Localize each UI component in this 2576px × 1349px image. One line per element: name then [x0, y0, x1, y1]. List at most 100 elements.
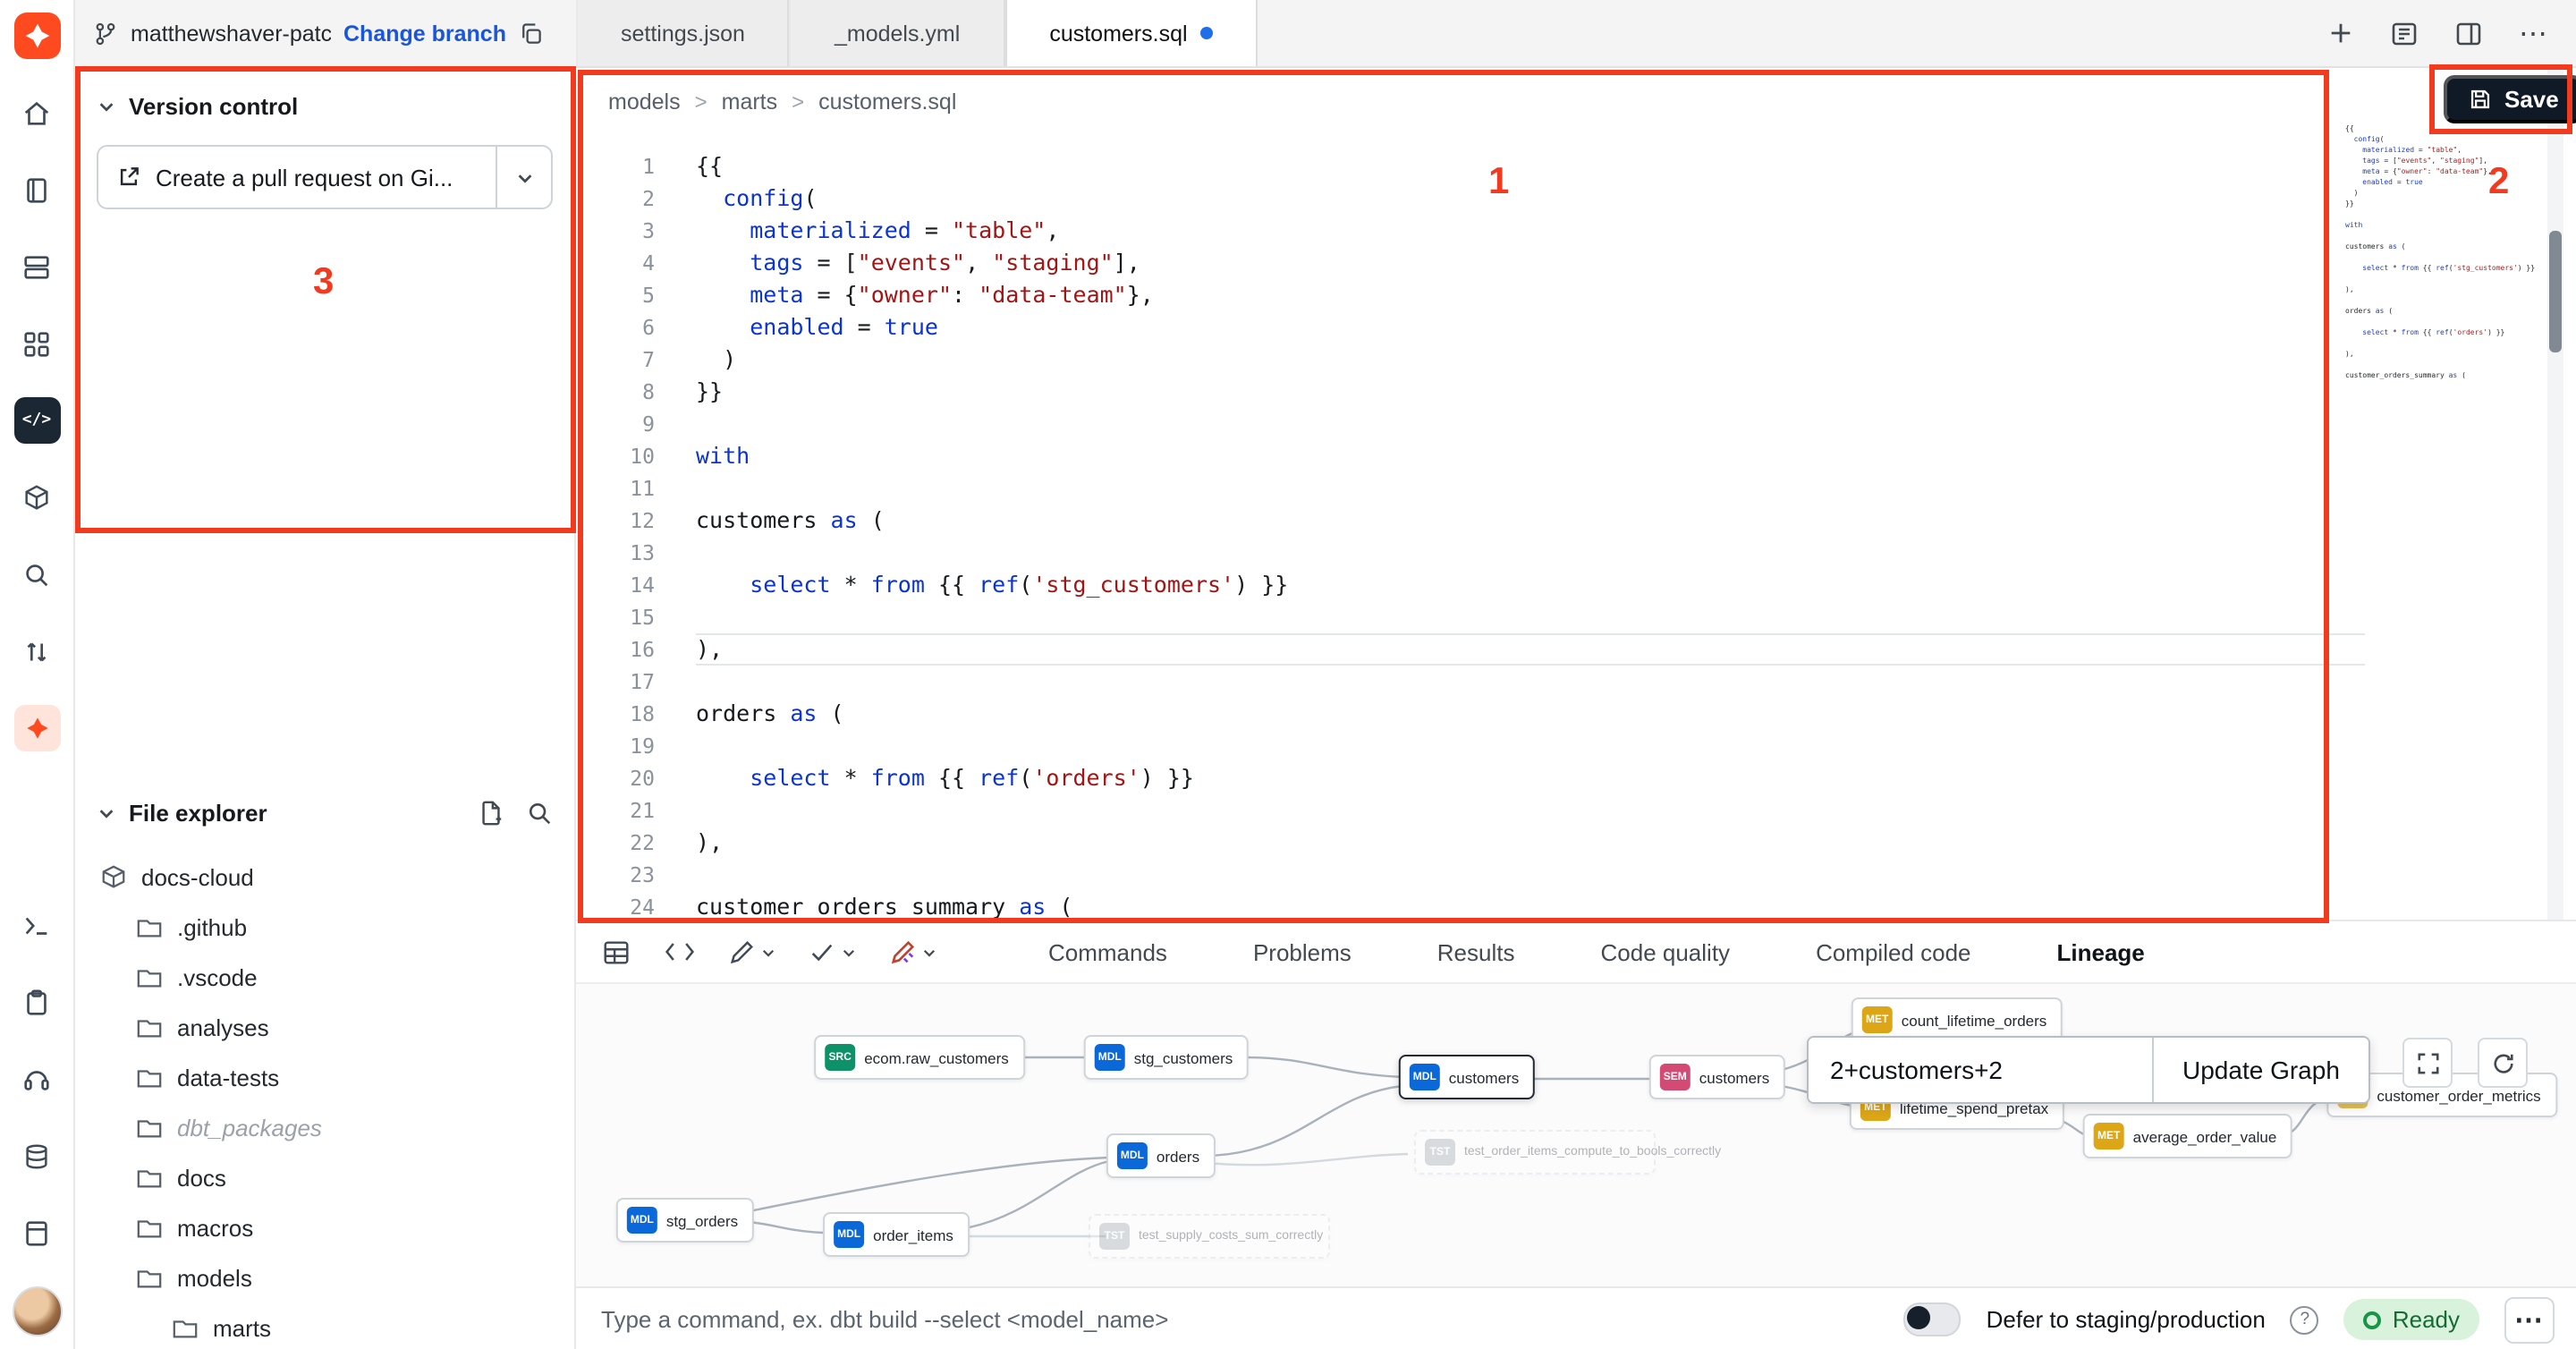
support-headset-icon[interactable] [13, 1056, 60, 1102]
lineage-node-orders[interactable]: MDLorders [1106, 1133, 1216, 1178]
code-line[interactable]: 13 [576, 537, 2365, 569]
tab-_models.yml[interactable]: _models.yml [790, 0, 1004, 66]
lineage-node-ecom.raw_customers[interactable]: SRCecom.raw_customers [814, 1035, 1025, 1080]
code-line[interactable]: 9 [576, 408, 2365, 440]
file-search-icon[interactable] [13, 551, 60, 598]
breadcrumb-item[interactable]: customers.sql [818, 89, 956, 115]
code-line[interactable]: 1{{ [576, 150, 2365, 182]
scrollbar-thumb[interactable] [2549, 231, 2562, 352]
file-tree-item-analyses[interactable]: analyses [75, 1002, 574, 1052]
code-line[interactable]: 19 [576, 730, 2365, 762]
format-check-icon[interactable] [809, 938, 857, 965]
breadcrumb-item[interactable]: models [608, 89, 681, 115]
editor-scrollbar[interactable] [2547, 68, 2563, 920]
results-grid-icon[interactable] [601, 937, 631, 967]
version-control-header[interactable]: Version control [75, 68, 574, 138]
split-view-icon[interactable] [2451, 15, 2487, 51]
lineage-node-order_items[interactable]: MDLorder_items [823, 1212, 970, 1257]
new-file-icon[interactable] [478, 800, 504, 827]
code-line[interactable]: 4 tags = ["events", "staging"], [576, 247, 2365, 279]
git-compare-icon[interactable] [13, 628, 60, 674]
code-view-icon[interactable] [664, 939, 696, 964]
code-line[interactable]: 24customer_orders_summary as ( [576, 891, 2365, 923]
lineage-node-test_order_items_compute_to_bools_correctly[interactable]: TSTtest_order_items_compute_to_bools_cor… [1414, 1130, 1656, 1175]
user-avatar[interactable] [12, 1286, 62, 1336]
copy-branch-icon[interactable] [519, 21, 544, 46]
code-line[interactable]: 8}} [576, 376, 2365, 408]
change-branch-link[interactable]: Change branch [343, 21, 506, 46]
file-tree-item-data-tests[interactable]: data-tests [75, 1052, 574, 1102]
panel-tab-code-quality[interactable]: Code quality [1597, 924, 1734, 980]
file-tree-item-models[interactable]: models [75, 1252, 574, 1302]
command-input[interactable] [597, 1304, 1879, 1335]
code-line[interactable]: 12customers as ( [576, 505, 2365, 537]
terminal-icon[interactable] [13, 902, 60, 948]
command-overflow-icon[interactable]: ⋯ [2504, 1296, 2555, 1343]
panel-tab-lineage[interactable]: Lineage [2054, 924, 2148, 980]
dbt-logo-icon[interactable] [13, 13, 60, 59]
code-line[interactable]: 11 [576, 472, 2365, 505]
search-icon[interactable] [526, 800, 553, 827]
code-line[interactable]: 7 ) [576, 344, 2365, 376]
home-icon[interactable] [13, 89, 60, 136]
ai-fix-pen-icon[interactable] [889, 938, 937, 965]
create-pr-dropdown[interactable] [496, 147, 551, 208]
calculator-icon[interactable] [13, 1209, 60, 1256]
code-line[interactable]: 18orders as ( [576, 698, 2365, 730]
tab-customers.sql[interactable]: customers.sql [1004, 0, 1257, 66]
code-line[interactable]: 17 [576, 666, 2365, 698]
update-graph-button[interactable]: Update Graph [2152, 1038, 2368, 1102]
file-tree-item-docs[interactable]: docs [75, 1152, 574, 1202]
lineage-node-stg_orders[interactable]: MDLstg_orders [616, 1198, 754, 1243]
code-line[interactable]: 10with [576, 440, 2365, 472]
code-line[interactable]: 15 [576, 601, 2365, 633]
code-line[interactable]: 20 select * from {{ ref('orders') }} [576, 762, 2365, 794]
lineage-selector-input[interactable] [1809, 1038, 2152, 1102]
clipboard-icon[interactable] [13, 979, 60, 1025]
file-tree-item-macros[interactable]: macros [75, 1202, 574, 1252]
lineage-node-customers[interactable]: SEMcustomers [1649, 1055, 1785, 1099]
minimap[interactable]: {{ config( materialized = "table", tags … [2345, 123, 2535, 392]
lineage-canvas[interactable]: SRCecom.raw_customers MDLstg_customers MDL… [576, 984, 2576, 1286]
lineage-node-test_supply_costs_sum_correctly[interactable]: TSTtest_supply_costs_sum_correctly [1089, 1214, 1330, 1259]
code-line[interactable]: 23 [576, 859, 2365, 891]
code-line[interactable]: 21 [576, 794, 2365, 827]
new-tab-plus-icon[interactable] [2322, 15, 2358, 51]
notebook-icon[interactable] [13, 166, 60, 213]
file-tree-item-.github[interactable]: .github [75, 902, 574, 952]
lineage-node-average_order_value[interactable]: METaverage_order_value [2083, 1114, 2293, 1158]
file-tree-item-docs-cloud[interactable]: docs-cloud [75, 852, 574, 902]
code-line[interactable]: 16), [576, 633, 2365, 666]
save-button[interactable]: Save [2444, 75, 2576, 123]
data-stack-icon[interactable] [13, 1133, 60, 1179]
code-line[interactable]: 5 meta = {"owner": "data-team"}, [576, 279, 2365, 311]
tab-settings.json[interactable]: settings.json [576, 0, 790, 66]
defer-toggle[interactable] [1904, 1302, 1962, 1336]
panel-list-icon[interactable] [2386, 15, 2422, 51]
dbt-package-icon[interactable] [13, 705, 60, 751]
help-icon[interactable]: ? [2291, 1305, 2319, 1334]
refresh-icon[interactable] [2478, 1038, 2528, 1088]
panel-tab-compiled-code[interactable]: Compiled code [1812, 924, 1974, 980]
develop-ide-icon[interactable]: </> [13, 397, 60, 444]
code-line[interactable]: 6 enabled = true [576, 311, 2365, 344]
code-line[interactable]: 2 config( [576, 182, 2365, 215]
code-line[interactable]: 3 materialized = "table", [576, 215, 2365, 247]
warehouse-icon[interactable] [13, 243, 60, 290]
file-explorer-header[interactable]: File explorer [75, 775, 574, 844]
lineage-node-stg_customers[interactable]: MDLstg_customers [1084, 1035, 1250, 1080]
file-tree-item-.vscode[interactable]: .vscode [75, 952, 574, 1002]
code-line[interactable]: 22), [576, 827, 2365, 859]
panel-tab-results[interactable]: Results [1434, 924, 1519, 980]
breadcrumb-item[interactable]: marts [722, 89, 778, 115]
file-tree-item-marts[interactable]: marts [75, 1302, 574, 1349]
status-badge[interactable]: Ready [2344, 1299, 2479, 1340]
code-line[interactable]: 14 select * from {{ ref('stg_customers')… [576, 569, 2365, 601]
overflow-menu-icon[interactable]: ⋯ [2515, 15, 2551, 51]
lineage-node-customers[interactable]: MDLcustomers [1399, 1055, 1535, 1099]
file-tree-item-dbt_packages[interactable]: dbt_packages [75, 1102, 574, 1152]
panel-tab-commands[interactable]: Commands [1045, 924, 1171, 980]
lint-pen-icon[interactable] [728, 938, 776, 965]
cube-icon[interactable] [13, 474, 60, 521]
apps-grid-icon[interactable] [13, 320, 60, 367]
